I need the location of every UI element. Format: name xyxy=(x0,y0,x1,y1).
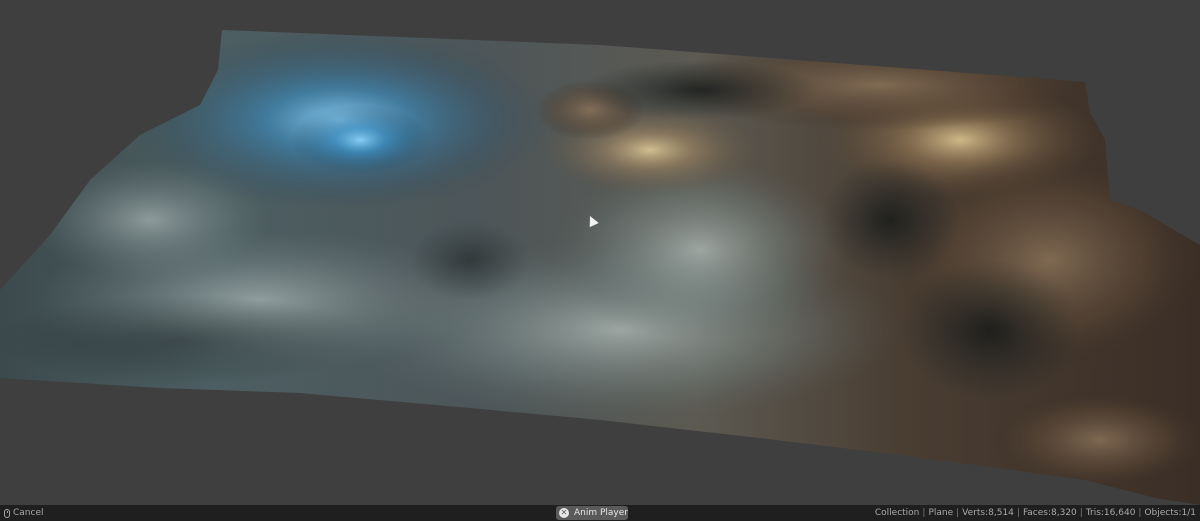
stat-collection: Collection xyxy=(874,508,920,518)
stat-object-name: Plane xyxy=(928,508,954,518)
separator: | xyxy=(1079,508,1083,518)
cancel-hint-label: Cancel xyxy=(13,508,44,518)
stat-tris: Tris:16,640 xyxy=(1085,508,1136,518)
stat-faces: Faces:8,320 xyxy=(1022,508,1077,518)
anim-player-label: Anim Player xyxy=(574,508,628,518)
mouse-left-click-icon xyxy=(4,508,10,518)
separator: | xyxy=(922,508,926,518)
stat-verts: Verts:8,514 xyxy=(962,508,1014,518)
status-bar: Cancel ✕ Anim Player Collection | Plane … xyxy=(0,505,1200,521)
terrain-plane-render xyxy=(0,30,1200,505)
separator: | xyxy=(1138,508,1142,518)
stat-objects: Objects:1/1 xyxy=(1144,508,1196,518)
3d-viewport[interactable] xyxy=(0,0,1200,505)
status-left: Cancel xyxy=(4,505,44,521)
separator: | xyxy=(1016,508,1020,518)
scene-statistics: Collection | Plane | Verts:8,514 | Faces… xyxy=(875,505,1196,521)
close-circle-icon[interactable]: ✕ xyxy=(559,508,569,518)
anim-player-button[interactable]: ✕ Anim Player xyxy=(556,506,628,520)
separator: | xyxy=(956,508,960,518)
